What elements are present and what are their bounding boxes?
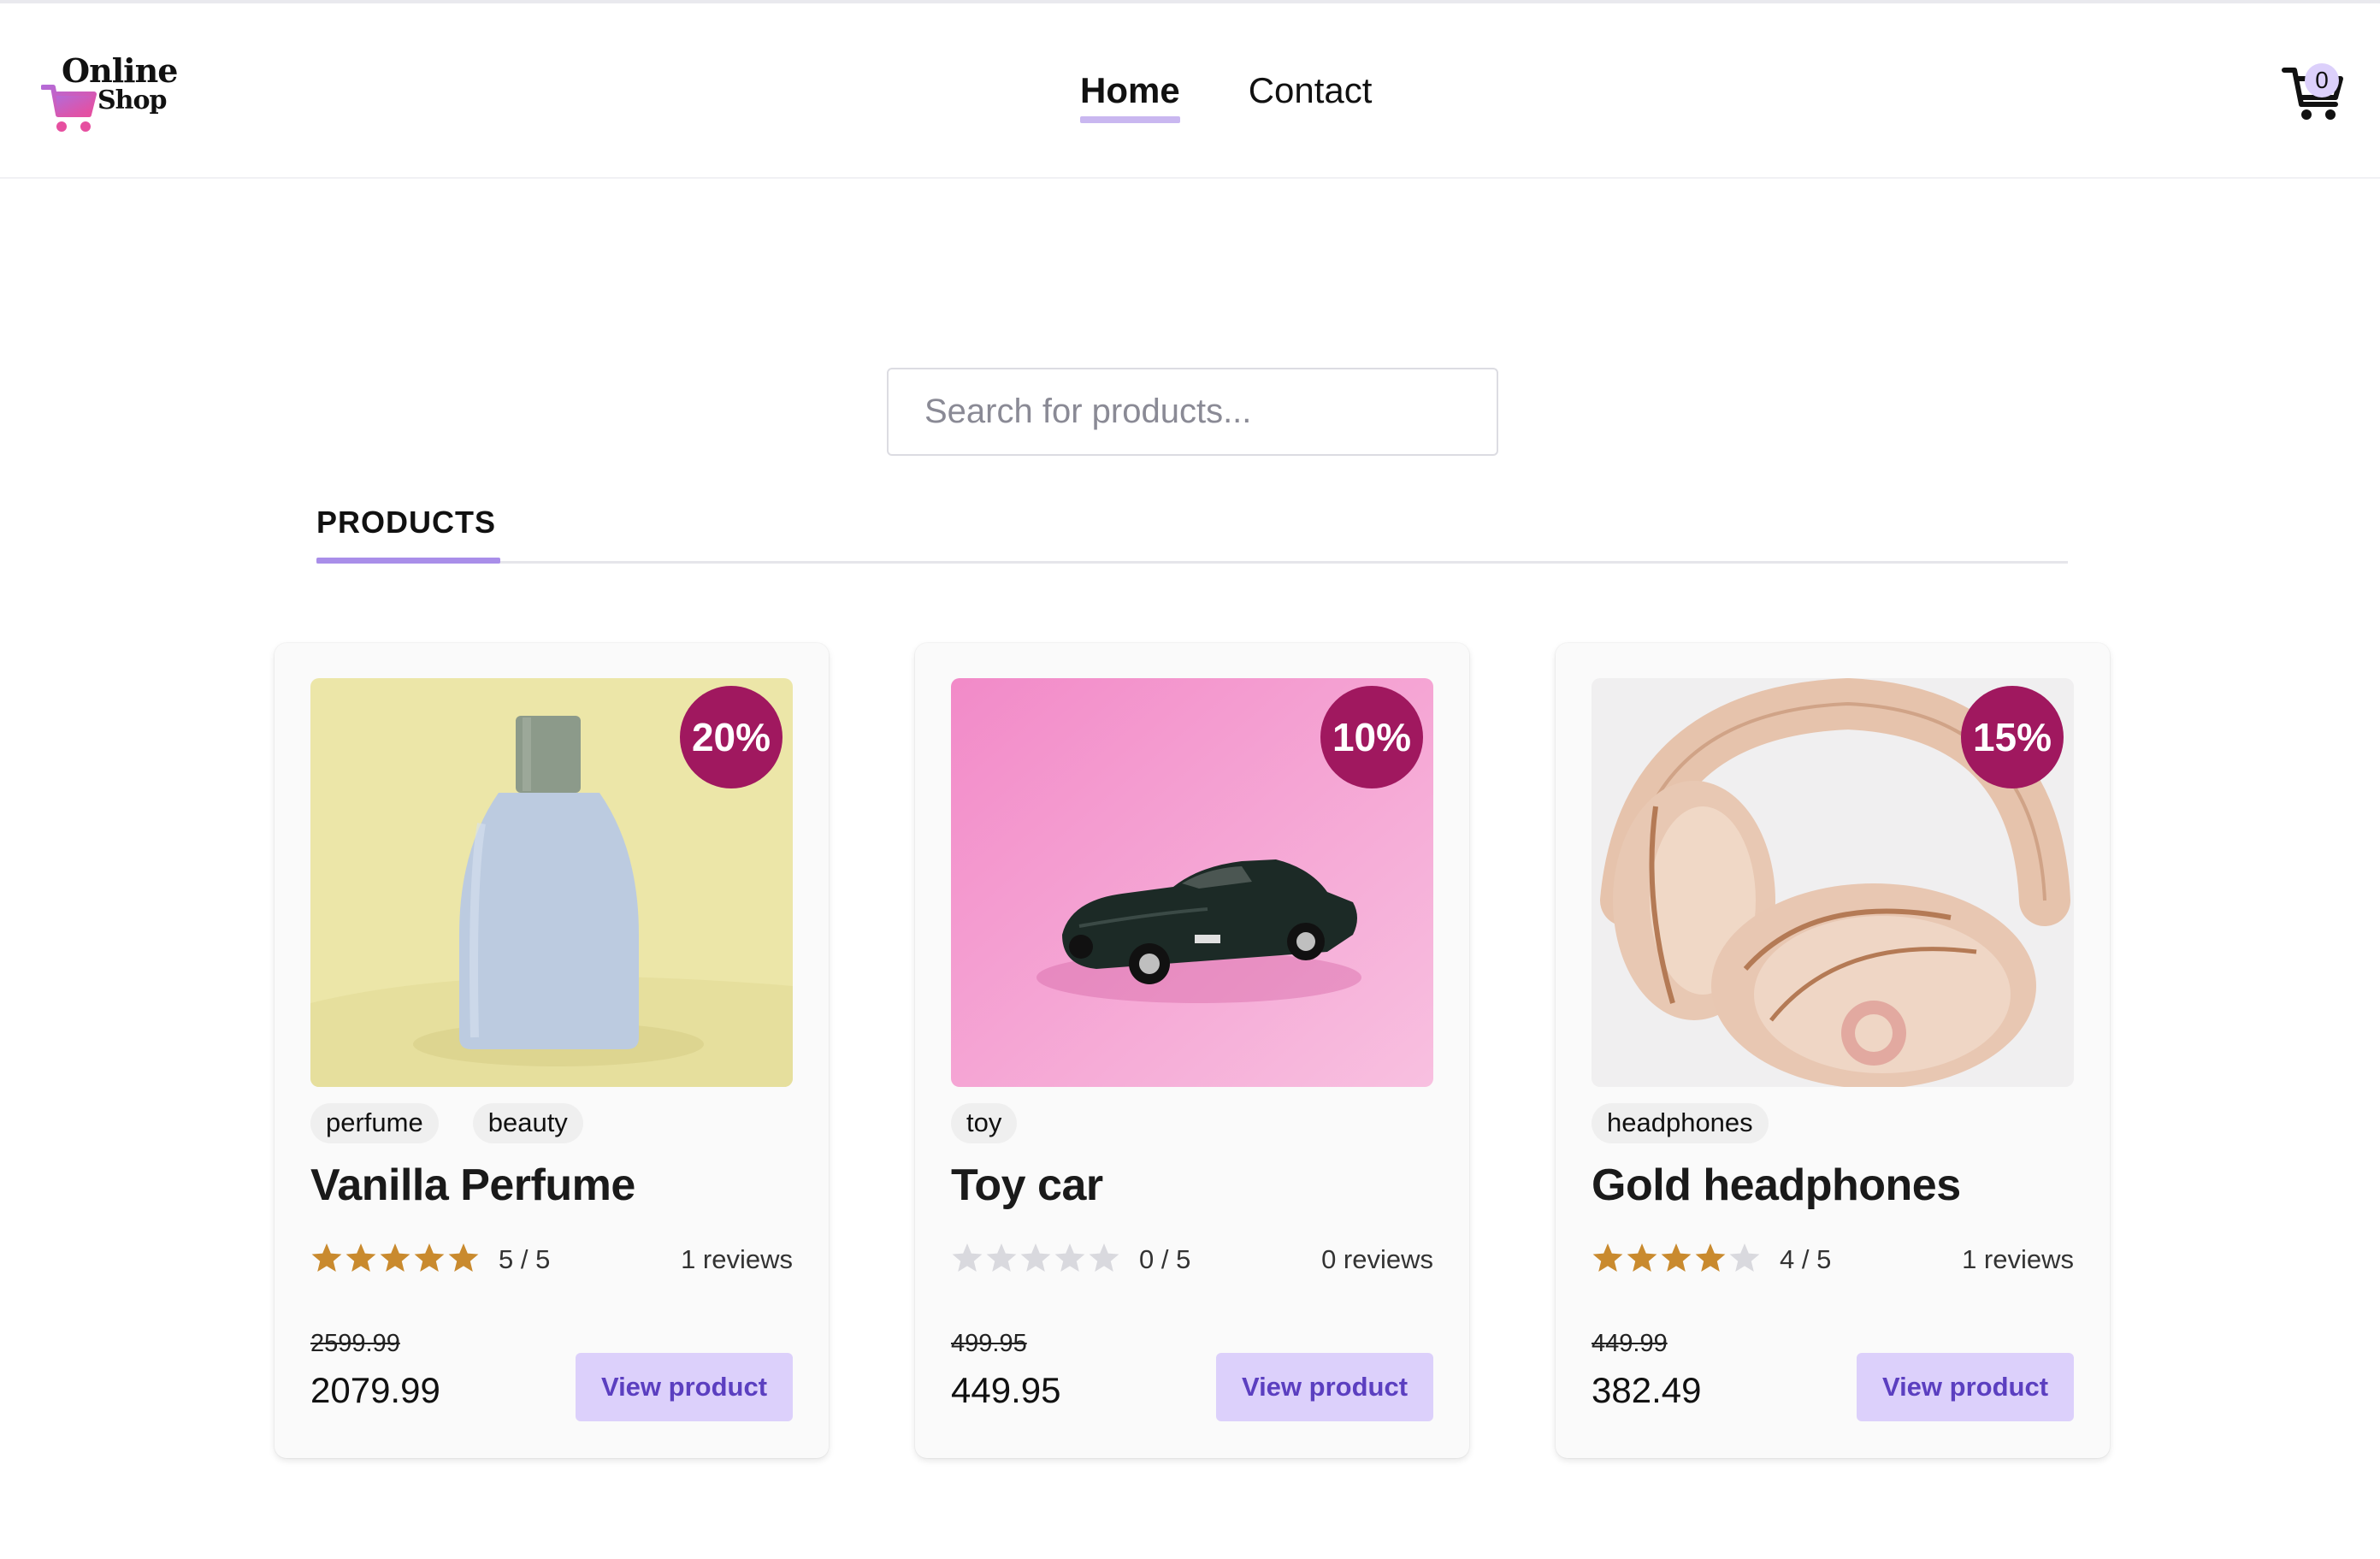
star-empty-icon: [1020, 1243, 1051, 1272]
product-name[interactable]: Gold headphones: [1592, 1160, 1961, 1211]
cart-button[interactable]: 0: [2279, 56, 2348, 125]
star-filled-icon: [1695, 1243, 1726, 1272]
star-rating: [951, 1242, 1120, 1274]
products-tab-indicator: [316, 558, 500, 564]
star-filled-icon: [1627, 1243, 1657, 1272]
tag[interactable]: headphones: [1592, 1103, 1769, 1143]
star-empty-icon: [952, 1243, 983, 1272]
star-empty-icon: [986, 1243, 1017, 1272]
rating-value: 5 / 5: [499, 1244, 551, 1274]
rating-value: 4 / 5: [1780, 1244, 1832, 1274]
view-product-button[interactable]: View product: [576, 1353, 793, 1421]
main-nav: Home Contact: [1080, 70, 1373, 123]
rating-value: 0 / 5: [1139, 1244, 1191, 1274]
star-rating: [1592, 1242, 1761, 1274]
search-input[interactable]: [887, 368, 1498, 456]
original-price: 2599.99: [310, 1330, 400, 1357]
star-filled-icon: [1592, 1243, 1623, 1272]
product-card: 15% headphones Gold headphones 4 / 5 1 r…: [1556, 643, 2110, 1458]
tag-list: toy: [951, 1103, 1018, 1143]
product-name[interactable]: Vanilla Perfume: [310, 1160, 635, 1211]
star-filled-icon: [448, 1243, 479, 1272]
star-empty-icon: [1054, 1243, 1085, 1272]
star-filled-icon: [380, 1243, 410, 1272]
review-count: 1 reviews: [681, 1244, 793, 1274]
sale-price: 2079.99: [310, 1370, 440, 1410]
discount-badge: 20%: [680, 686, 783, 788]
site-header: Online Shop Home Contact 0: [0, 3, 2380, 179]
review-count: 1 reviews: [1962, 1244, 2074, 1274]
logo[interactable]: Online Shop: [41, 48, 178, 142]
nav-contact-link[interactable]: Contact: [1249, 70, 1373, 121]
sale-price: 449.95: [951, 1370, 1061, 1410]
star-filled-icon: [1661, 1243, 1692, 1272]
discount-badge: 15%: [1961, 686, 2064, 788]
star-filled-icon: [311, 1243, 342, 1272]
star-empty-icon: [1089, 1243, 1119, 1272]
discount-badge: 10%: [1320, 686, 1423, 788]
view-product-button[interactable]: View product: [1857, 1353, 2074, 1421]
original-price: 449.99: [1592, 1330, 1668, 1357]
review-count: 0 reviews: [1321, 1244, 1433, 1274]
logo-text-online: Online: [62, 51, 178, 90]
tag[interactable]: beauty: [472, 1103, 583, 1143]
tag-list: perfume beauty: [310, 1103, 583, 1143]
star-filled-icon: [345, 1243, 376, 1272]
section-divider: [316, 561, 2068, 564]
product-card: 20% perfume beauty Vanilla Perfume 5 / 5…: [275, 643, 829, 1458]
star-filled-icon: [414, 1243, 445, 1272]
star-rating: [310, 1242, 480, 1274]
tag[interactable]: perfume: [310, 1103, 439, 1143]
product-card: 10% toy Toy car 0 / 5 0 reviews 499.95 4…: [915, 643, 1469, 1458]
star-empty-icon: [1729, 1243, 1760, 1272]
logo-text-shop: Shop: [97, 86, 167, 115]
cart-count-badge: 0: [2305, 63, 2339, 97]
sale-price: 382.49: [1592, 1370, 1702, 1410]
products-tab[interactable]: PRODUCTS: [316, 505, 496, 540]
product-name[interactable]: Toy car: [951, 1160, 1103, 1211]
view-product-button[interactable]: View product: [1216, 1353, 1433, 1421]
tag-list: headphones: [1592, 1103, 1769, 1143]
tag[interactable]: toy: [951, 1103, 1018, 1143]
original-price: 499.95: [951, 1330, 1027, 1357]
nav-home-link[interactable]: Home: [1080, 70, 1180, 123]
